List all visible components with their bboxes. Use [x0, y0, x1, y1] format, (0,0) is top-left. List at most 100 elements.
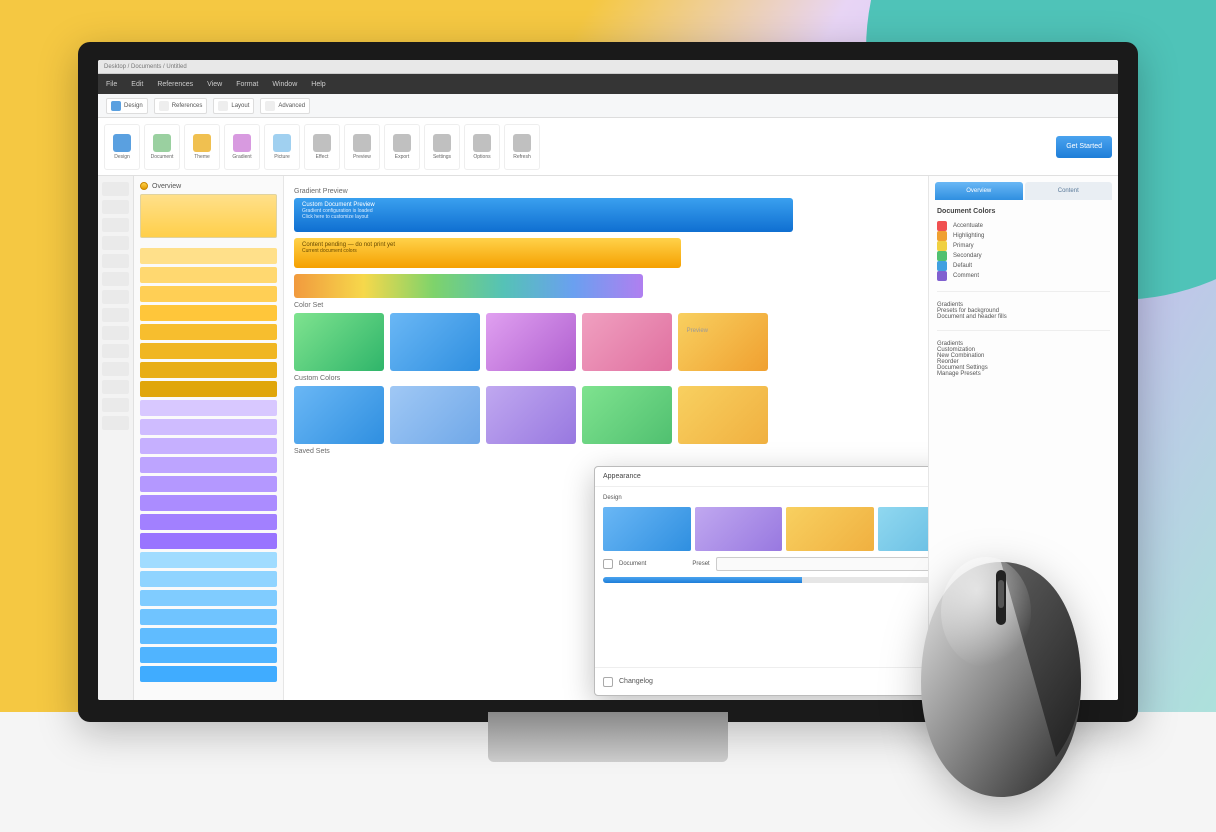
ribbon-button[interactable]: Design: [104, 124, 140, 170]
right-panel-item[interactable]: Comment: [937, 271, 1110, 281]
palette-row[interactable]: [140, 457, 277, 473]
ribbon-icon: [353, 134, 371, 152]
dialog-swatch[interactable]: [695, 507, 783, 551]
menu-item[interactable]: Help: [311, 81, 325, 88]
right-panel-item[interactable]: Manage Presets: [937, 371, 1110, 377]
rail-item[interactable]: [102, 326, 129, 340]
rail-item[interactable]: [102, 344, 129, 358]
checkbox-icon[interactable]: [603, 677, 613, 687]
palette-row[interactable]: [140, 248, 277, 264]
palette-row[interactable]: [140, 552, 277, 568]
menu-item[interactable]: File: [106, 81, 117, 88]
ribbon-label: Picture: [274, 154, 290, 160]
color-swatch[interactable]: [678, 386, 768, 444]
right-tab[interactable]: Overview: [935, 182, 1023, 200]
ribbon-button[interactable]: Export: [384, 124, 420, 170]
palette-row[interactable]: [140, 305, 277, 321]
ribbon-button[interactable]: Gradient: [224, 124, 260, 170]
palette-row[interactable]: [140, 571, 277, 587]
color-swatch[interactable]: [294, 313, 384, 371]
menu-item[interactable]: Edit: [131, 81, 143, 88]
primary-button[interactable]: Get Started: [1056, 136, 1112, 158]
menu-item[interactable]: References: [157, 81, 193, 88]
rail-item[interactable]: [102, 272, 129, 286]
left-panel-preview[interactable]: [140, 194, 277, 238]
toolbar-button[interactable]: Design: [106, 98, 148, 114]
color-swatch[interactable]: [294, 386, 384, 444]
color-swatch[interactable]: [486, 386, 576, 444]
palette-row[interactable]: [140, 267, 277, 283]
right-panel-item[interactable]: Default: [937, 261, 1110, 271]
palette-row[interactable]: [140, 400, 277, 416]
menu-item[interactable]: Format: [236, 81, 258, 88]
right-panel-item[interactable]: Document and header fills: [937, 314, 1110, 320]
color-swatch[interactable]: [582, 313, 672, 371]
color-swatch[interactable]: [678, 313, 768, 371]
palette-row[interactable]: [140, 324, 277, 340]
right-panel-item[interactable]: Accentuate: [937, 221, 1110, 231]
section-label-2: Color Set: [294, 302, 918, 309]
palette-row[interactable]: [140, 533, 277, 549]
palette-row[interactable]: [140, 666, 277, 682]
ribbon-button[interactable]: Document: [144, 124, 180, 170]
preview-bar-yellow[interactable]: Content pending — do not print yet Curre…: [294, 238, 681, 268]
palette-row[interactable]: [140, 362, 277, 378]
palette-row[interactable]: [140, 381, 277, 397]
toolbar-button[interactable]: Layout: [213, 98, 254, 114]
right-panel-item[interactable]: Highlighting: [937, 231, 1110, 241]
toolbar-button[interactable]: Advanced: [260, 98, 310, 114]
rail-item[interactable]: [102, 218, 129, 232]
swatch-grid-2: [294, 386, 918, 444]
dialog-swatch[interactable]: [603, 507, 691, 551]
dialog-swatch[interactable]: [786, 507, 874, 551]
ribbon-label: Options: [473, 154, 490, 160]
yellow-bar-sub: Current document colors: [302, 248, 357, 254]
dialog-swatch[interactable]: [878, 507, 929, 551]
palette-row[interactable]: [140, 609, 277, 625]
color-swatch[interactable]: [486, 313, 576, 371]
palette-row[interactable]: [140, 647, 277, 663]
progress-bar: [603, 577, 928, 583]
rail-item[interactable]: [102, 308, 129, 322]
palette-row[interactable]: [140, 286, 277, 302]
menu-item[interactable]: Window: [272, 81, 297, 88]
palette-row[interactable]: [140, 495, 277, 511]
rail-item[interactable]: [102, 290, 129, 304]
toolbar-button[interactable]: References: [154, 98, 208, 114]
ribbon-button[interactable]: Preview: [344, 124, 380, 170]
checkbox-icon[interactable]: [603, 559, 613, 569]
right-panel-item[interactable]: Secondary: [937, 251, 1110, 261]
dialog-input[interactable]: [716, 557, 928, 571]
palette-row[interactable]: [140, 628, 277, 644]
preview-bar-blue[interactable]: Custom Document Preview Gradient configu…: [294, 198, 793, 232]
right-panel-item[interactable]: Primary: [937, 241, 1110, 251]
palette-row[interactable]: [140, 419, 277, 435]
rainbow-bar[interactable]: [294, 274, 643, 298]
right-tab[interactable]: Content: [1025, 182, 1113, 200]
palette-row[interactable]: [140, 438, 277, 454]
color-swatch[interactable]: [390, 386, 480, 444]
palette-row[interactable]: [140, 343, 277, 359]
ribbon-button[interactable]: Theme: [184, 124, 220, 170]
color-swatch[interactable]: [582, 386, 672, 444]
ribbon-button[interactable]: Picture: [264, 124, 300, 170]
ribbon-button[interactable]: Effect: [304, 124, 340, 170]
rail-item[interactable]: [102, 416, 129, 430]
ribbon-button[interactable]: Refresh: [504, 124, 540, 170]
dialog-tab[interactable]: Design: [603, 495, 622, 501]
rail-item[interactable]: [102, 398, 129, 412]
palette-row[interactable]: [140, 476, 277, 492]
color-swatch[interactable]: [390, 313, 480, 371]
rail-item[interactable]: [102, 182, 129, 196]
rail-item[interactable]: [102, 380, 129, 394]
menu-item[interactable]: View: [207, 81, 222, 88]
rail-item[interactable]: [102, 200, 129, 214]
rail-item[interactable]: [102, 362, 129, 376]
palette-row[interactable]: [140, 590, 277, 606]
palette-row[interactable]: [140, 514, 277, 530]
ribbon-button[interactable]: Settings: [424, 124, 460, 170]
rail-item[interactable]: [102, 254, 129, 268]
rail-item[interactable]: [102, 236, 129, 250]
ribbon-button[interactable]: Options: [464, 124, 500, 170]
toolbar-label: Layout: [231, 103, 249, 109]
